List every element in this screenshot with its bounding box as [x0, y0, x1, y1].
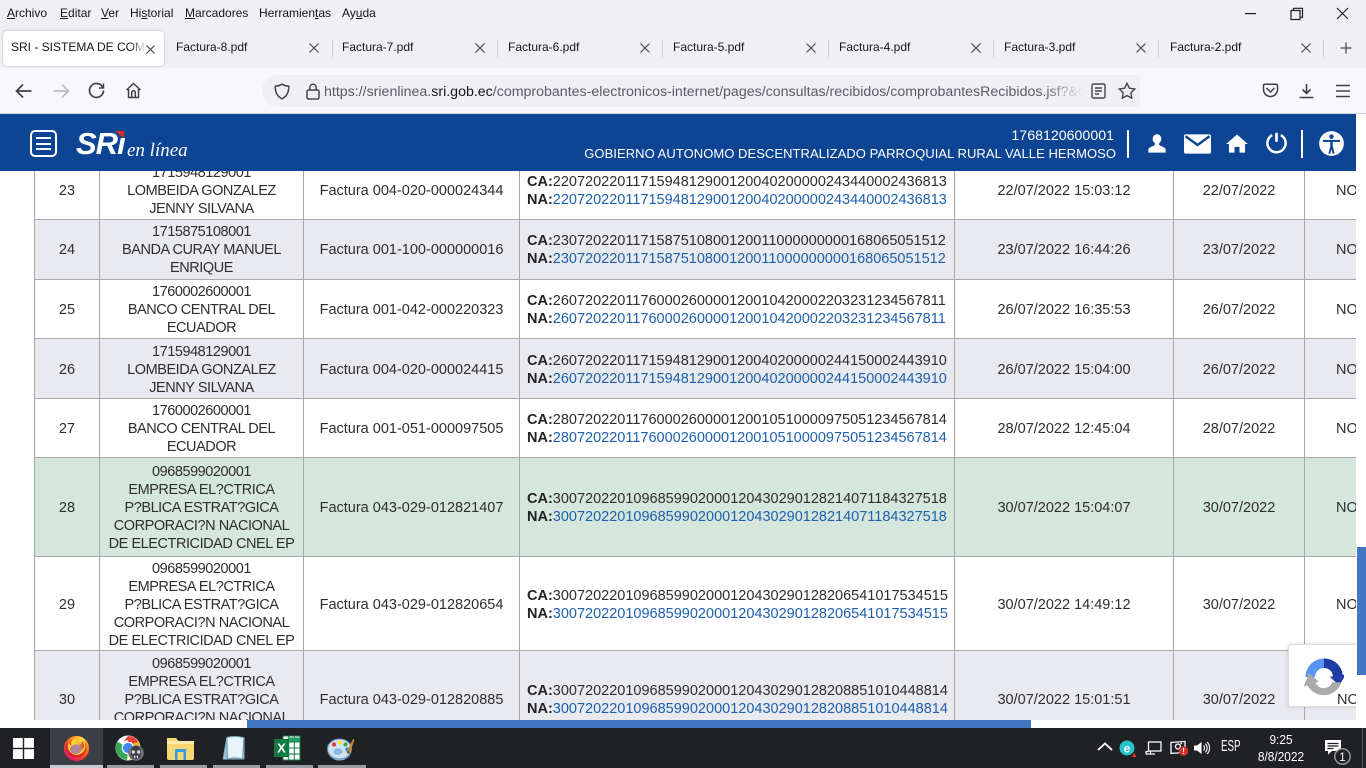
svg-text:!: ! — [1182, 746, 1185, 756]
svg-text:e: e — [1124, 742, 1131, 756]
svg-text:1: 1 — [1339, 752, 1345, 764]
svg-text:X: X — [277, 741, 286, 756]
